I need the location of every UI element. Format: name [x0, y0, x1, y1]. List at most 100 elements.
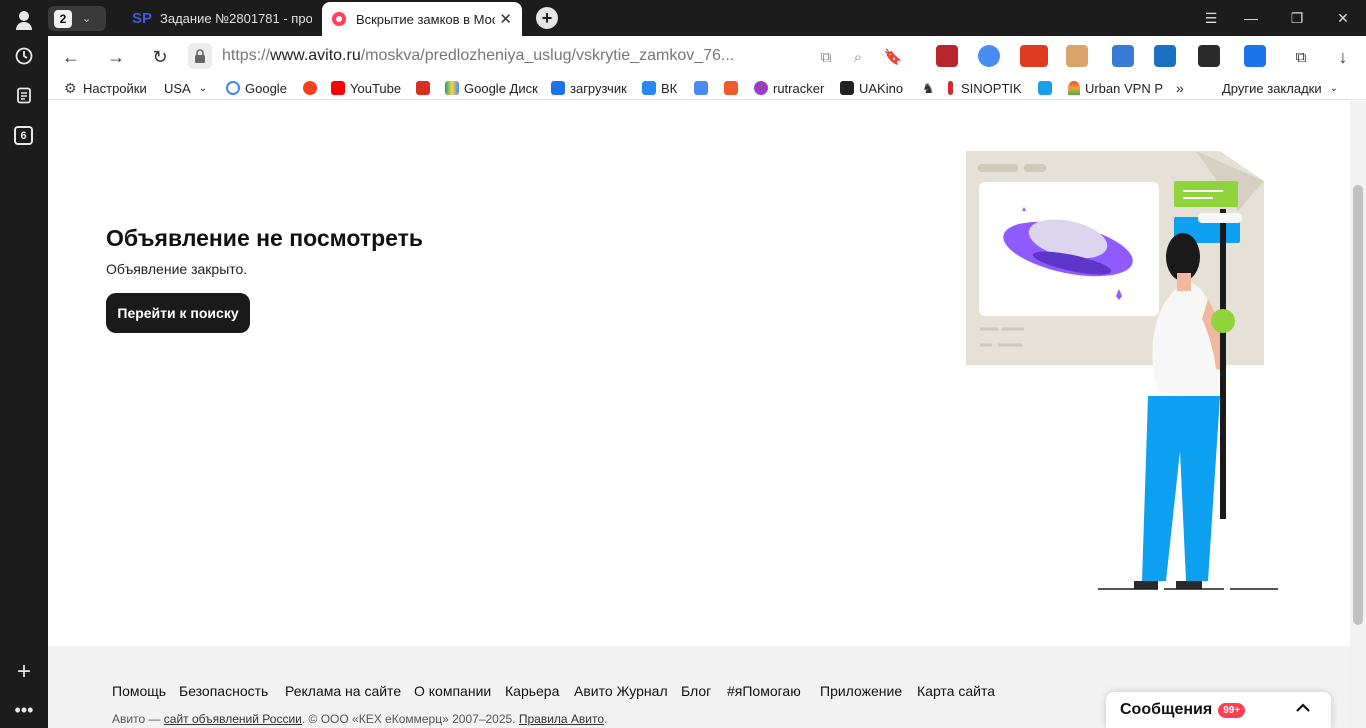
bookmark-youtube[interactable]: YouTube	[331, 79, 401, 97]
yandex-icon	[303, 81, 317, 95]
bookmark-label: YouTube	[350, 80, 402, 96]
new-tab-button[interactable]: +	[536, 7, 558, 29]
extension-box-icon[interactable]	[1066, 45, 1088, 67]
footer-link-blog[interactable]: Блог	[681, 683, 711, 699]
gear-icon: ⚙	[64, 80, 77, 96]
bookmark-f[interactable]	[724, 79, 743, 97]
window-close-icon[interactable]: ✕	[1320, 0, 1366, 36]
copyright-site-link[interactable]: сайт объявлений России	[164, 712, 302, 726]
bookmarks-bar: ⚙ Настройки USA ⌄ Google YouTube Google Ди…	[48, 76, 1366, 100]
bookmark-uakino[interactable]: UAKino	[840, 79, 903, 97]
other-bookmarks[interactable]: Другие закладки ⌄	[1222, 79, 1338, 97]
extension-counter-icon[interactable]	[1020, 45, 1048, 67]
restore-icon[interactable]: ❐	[1274, 0, 1320, 36]
uakino-icon	[840, 81, 854, 95]
tab-title: Задание №2801781 - про	[160, 11, 312, 26]
bookmark-p[interactable]	[1038, 79, 1057, 97]
tab-group-switcher[interactable]: 2 ⌄	[48, 6, 106, 31]
back-icon[interactable]: ←	[58, 44, 84, 70]
tab-count-badge[interactable]: 6	[14, 126, 33, 145]
p-icon	[1038, 81, 1052, 95]
footer-link-yapomogayu[interactable]: #яПомогаю	[727, 683, 801, 699]
go-to-search-button[interactable]: Перейти к поиску	[106, 293, 250, 333]
chevron-up-icon[interactable]	[1295, 700, 1311, 718]
history-icon[interactable]	[12, 44, 36, 68]
bookmark-chess[interactable]: ♞	[922, 79, 941, 97]
sp-icon: SP	[132, 10, 153, 27]
messages-label: Сообщения	[1120, 701, 1213, 718]
copy-link-icon[interactable]: ⧉	[813, 44, 839, 70]
thermometer-icon	[948, 81, 953, 95]
search-icon[interactable]: ⌕	[845, 44, 871, 70]
extension-50-icon[interactable]	[1112, 45, 1134, 67]
bookmark-rutracker[interactable]: rutracker	[754, 79, 824, 97]
extension-dark-icon[interactable]	[1198, 45, 1220, 67]
bookmark-yandex[interactable]	[303, 79, 322, 97]
url-scheme: https://	[222, 47, 271, 64]
rutracker-icon	[754, 81, 768, 95]
forward-icon[interactable]: →	[103, 44, 129, 70]
more-bookmarks-icon[interactable]: »	[1176, 79, 1184, 97]
footer-link-app[interactable]: Приложение	[820, 683, 902, 699]
copyright: Авито — сайт объявлений России. © ООО «К…	[112, 712, 607, 726]
footer-link-ads[interactable]: Реклама на сайте	[285, 683, 401, 699]
copyright-text: Авито —	[112, 712, 164, 726]
bookmark-label: ВК	[661, 80, 678, 96]
bookmark-downloader[interactable]: загрузчик	[551, 79, 627, 97]
bookmark-label: Urban VPN P	[1084, 80, 1163, 96]
extension-globe-icon[interactable]	[978, 45, 1000, 67]
tab-task[interactable]: SP Задание №2801781 - про	[122, 3, 322, 34]
collections-icon[interactable]	[12, 84, 36, 108]
extension-21-icon[interactable]	[936, 45, 958, 67]
extensions-puzzle-icon[interactable]: ⧉	[1288, 44, 1314, 70]
illustration	[958, 151, 1288, 596]
footer-link-safety[interactable]: Безопасность	[179, 683, 268, 699]
loop-icon	[551, 81, 565, 95]
minimize-icon[interactable]: —	[1228, 0, 1274, 36]
url-field[interactable]: https://www.avito.ru/moskva/predlozheniy…	[222, 41, 882, 71]
rules-link[interactable]: Правила Авито	[519, 712, 604, 726]
footer-link-help[interactable]: Помощь	[112, 683, 166, 699]
messages-widget[interactable]: Сообщения 99+	[1106, 692, 1331, 728]
close-icon[interactable]: ✕	[499, 10, 512, 28]
browser-sidebar: 6 + •••	[0, 0, 48, 728]
chevron-down-icon: ⌄	[82, 13, 92, 25]
scrollbar[interactable]	[1350, 101, 1366, 728]
chevron-down-icon: ⌄	[198, 82, 208, 94]
profile-icon[interactable]	[12, 8, 36, 32]
footer-link-sitemap[interactable]: Карта сайта	[917, 683, 995, 699]
scrollbar-thumb[interactable]	[1353, 185, 1363, 625]
vk-icon	[642, 81, 656, 95]
extension-diamond-icon[interactable]	[1154, 45, 1176, 67]
bookmark-settings[interactable]: ⚙ Настройки	[64, 79, 147, 97]
bookmark-icon[interactable]: 🔖	[880, 44, 906, 70]
bookmark-urban-vpn[interactable]: Urban VPN P	[1068, 79, 1163, 97]
bookmark-sinoptik[interactable]: SINOPTIK	[948, 79, 1022, 97]
downloads-icon[interactable]: ↓	[1330, 44, 1356, 70]
bookmark-google-drive[interactable]: Google Диск	[445, 79, 538, 97]
footer-link-about[interactable]: О компании	[414, 683, 491, 699]
bookmark-label: rutracker	[773, 80, 825, 96]
gmail-icon	[416, 81, 430, 95]
add-panel-icon[interactable]: +	[12, 658, 36, 685]
lock-icon[interactable]	[188, 43, 212, 69]
youtube-icon	[331, 81, 345, 95]
bookmark-gmail[interactable]	[416, 79, 435, 97]
bookmark-translate[interactable]	[694, 79, 713, 97]
bookmark-usa[interactable]: USA ⌄	[164, 79, 207, 97]
footer-link-journal[interactable]: Авито Журнал	[574, 683, 668, 699]
tab-strip: 2 ⌄ SP Задание №2801781 - про Вскрытие з…	[48, 0, 1366, 36]
page-title: Объявление не посмотреть	[106, 225, 424, 251]
tab-avito[interactable]: Вскрытие замков в Мос ✕	[322, 2, 522, 36]
bookmark-label: Настройки	[83, 80, 147, 96]
extension-download-icon[interactable]	[1244, 45, 1266, 67]
reload-icon[interactable]: ↻	[147, 44, 173, 70]
footer-link-careers[interactable]: Карьера	[505, 683, 559, 699]
bookmark-google[interactable]: Google	[226, 79, 287, 97]
google-icon	[226, 81, 240, 95]
rainbow-icon	[1068, 81, 1080, 95]
bookmark-vk[interactable]: ВК	[642, 79, 677, 97]
messages-badge: 99+	[1218, 702, 1246, 718]
page-content: Объявление не посмотреть Объявление закр…	[48, 101, 1350, 728]
more-icon[interactable]: •••	[12, 698, 36, 722]
